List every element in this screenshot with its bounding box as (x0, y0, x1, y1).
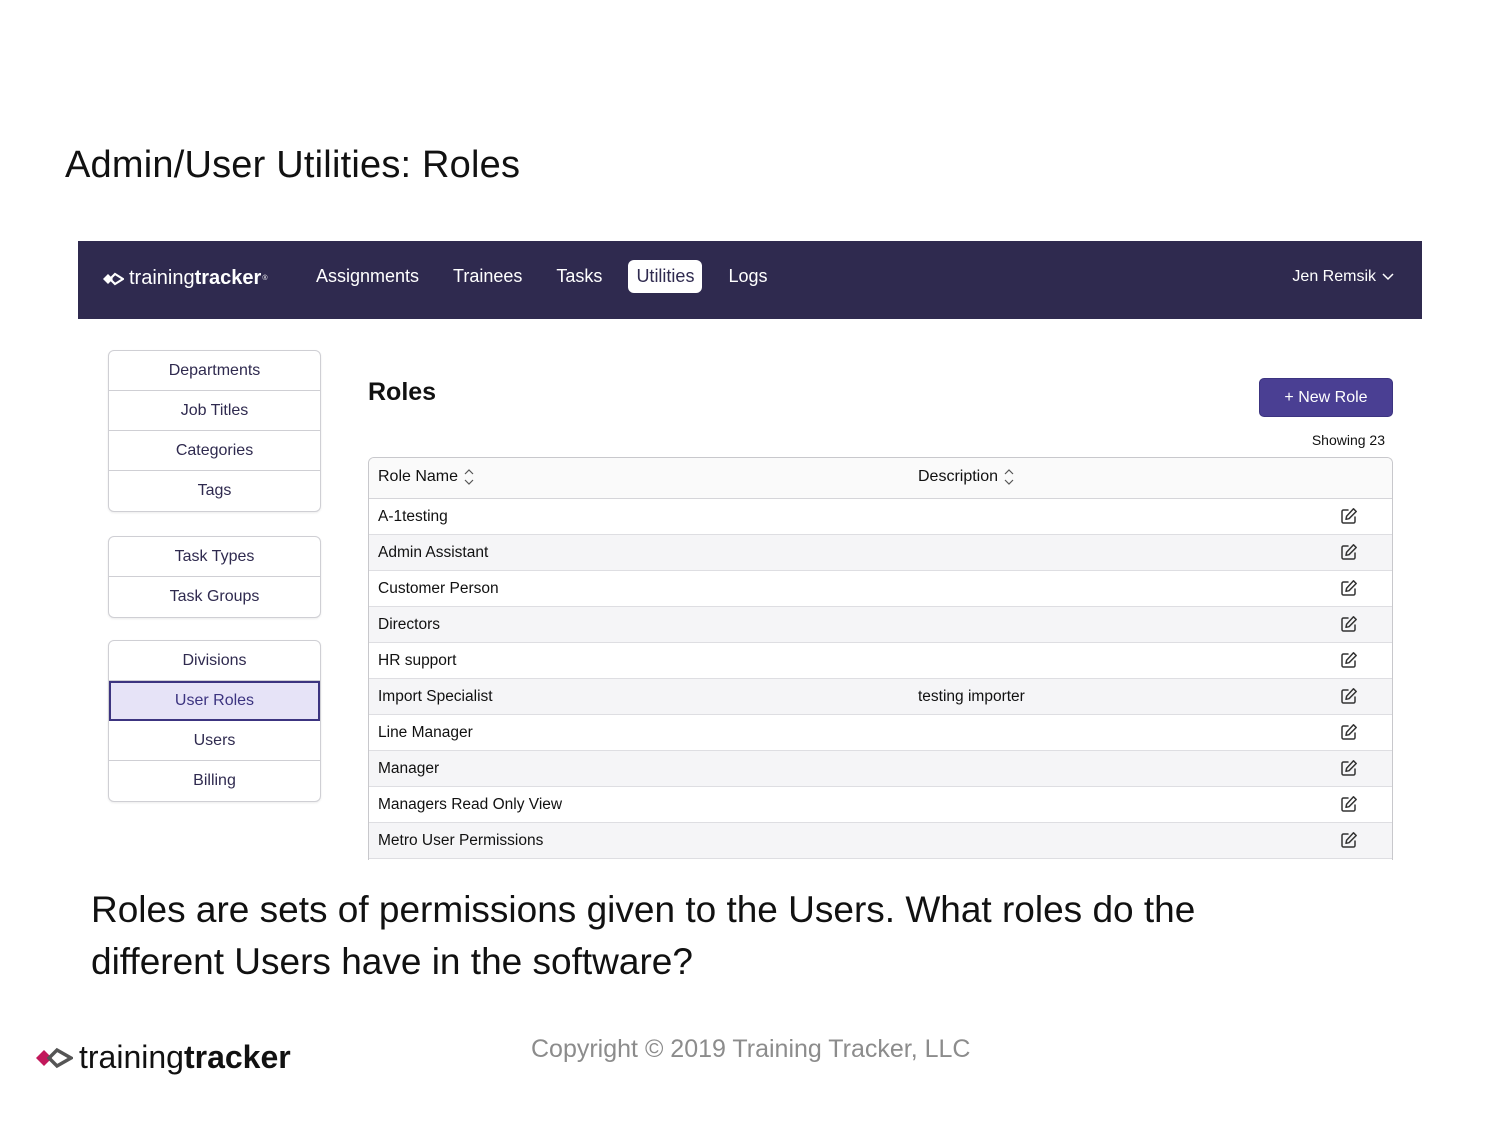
nav-logs[interactable]: Logs (720, 260, 775, 293)
role-description-cell: testing importer (918, 688, 1025, 705)
table-row: Admin Assistant (369, 535, 1392, 571)
table-row: Customer Person (369, 571, 1392, 607)
role-name-cell: Line Manager (378, 724, 473, 741)
edit-icon[interactable] (1340, 795, 1358, 813)
sidebar-item-departments[interactable]: Departments (109, 351, 320, 391)
roles-table: Role Name Description A-1testing Admin As… (368, 457, 1393, 860)
page-title: Roles (368, 378, 437, 406)
edit-icon[interactable] (1340, 615, 1358, 633)
brand-text-bold: tracker (194, 267, 262, 289)
brand-trademark-icon: ® (262, 275, 268, 282)
table-row: Directors (369, 607, 1392, 643)
main-nav: Assignments Trainees Tasks Utilities Log… (308, 260, 794, 293)
sidebar-item-divisions[interactable]: Divisions (109, 641, 320, 681)
nav-trainees[interactable]: Trainees (445, 260, 530, 293)
table-row: Metro User Permissions (369, 823, 1392, 859)
table-row: HR support (369, 643, 1392, 679)
new-role-button[interactable]: + New Role (1259, 378, 1393, 417)
role-name-cell: A-1testing (378, 508, 448, 525)
edit-icon[interactable] (1340, 723, 1358, 741)
edit-icon[interactable] (1340, 651, 1358, 669)
nav-tasks[interactable]: Tasks (548, 260, 610, 293)
brand-text-light: training (129, 267, 195, 289)
role-name-cell: Managers Read Only View (378, 796, 563, 813)
sort-icon (464, 469, 474, 485)
user-menu[interactable]: Jen Remsik (1292, 268, 1394, 286)
role-name-cell: Customer Person (378, 580, 499, 597)
edit-icon[interactable] (1340, 543, 1358, 561)
app-navbar: training tracker ® Assignments Trainees Ta… (78, 241, 1422, 319)
edit-icon[interactable] (1340, 579, 1358, 597)
table-row: Manager (369, 751, 1392, 787)
table-body: A-1testing Admin Assistant Customer Person… (369, 499, 1392, 859)
sidebar-group-org: Departments Job Titles Categories Tags (108, 350, 321, 512)
footer-logo-bold: tracker (183, 1039, 291, 1075)
sidebar-item-job-titles[interactable]: Job Titles (109, 391, 320, 431)
copyright-text: Copyright © 2019 Training Tracker, LLC (531, 1035, 971, 1063)
sidebar-item-billing[interactable]: Billing (109, 761, 320, 801)
edit-icon[interactable] (1340, 687, 1358, 705)
edit-icon[interactable] (1340, 507, 1358, 525)
brand-mark-icon (103, 272, 124, 285)
sidebar-item-categories[interactable]: Categories (109, 431, 320, 471)
slide-title: Admin/User Utilities: Roles (65, 144, 521, 186)
table-row: Managers Read Only View (369, 787, 1392, 823)
result-count: Showing 23 (1311, 432, 1385, 448)
edit-icon[interactable] (1340, 759, 1358, 777)
sidebar-item-users[interactable]: Users (109, 721, 320, 761)
column-label: Role Name (378, 468, 459, 485)
table-header: Role Name Description (369, 458, 1392, 499)
role-name-cell: Import Specialist (378, 688, 493, 705)
footer-logo-light: training (79, 1039, 184, 1075)
slide-caption: Roles are sets of permissions given to t… (91, 889, 1196, 982)
sidebar-group-admin: Divisions User Roles Users Billing (108, 640, 321, 802)
nav-utilities[interactable]: Utilities (628, 260, 703, 293)
chevron-down-icon (1382, 273, 1394, 281)
user-name: Jen Remsik (1292, 268, 1376, 285)
sidebar-item-tags[interactable]: Tags (109, 471, 320, 511)
brand-logo[interactable]: training tracker ® (102, 267, 268, 290)
sidebar-item-user-roles[interactable]: User Roles (109, 681, 320, 721)
role-name-cell: Directors (378, 616, 441, 633)
column-header-role-name[interactable]: Role Name (378, 467, 474, 487)
footer-logo: training tracker (35, 1039, 291, 1076)
role-name-cell: Metro User Permissions (378, 832, 544, 849)
table-row: Line Manager (369, 715, 1392, 751)
role-name-cell: HR support (378, 652, 457, 669)
sidebar-item-task-types[interactable]: Task Types (109, 537, 320, 577)
edit-icon[interactable] (1340, 831, 1358, 849)
sidebar-group-tasks: Task Types Task Groups (108, 536, 321, 618)
column-label: Description (918, 468, 999, 485)
role-name-cell: Manager (378, 760, 440, 777)
sort-icon (1004, 469, 1014, 485)
column-header-description[interactable]: Description (918, 467, 1014, 487)
table-row: A-1testing (369, 499, 1392, 535)
logo-mark-icon (36, 1047, 73, 1068)
role-name-cell: Admin Assistant (378, 544, 489, 561)
nav-assignments[interactable]: Assignments (308, 260, 427, 293)
sidebar-item-task-groups[interactable]: Task Groups (109, 577, 320, 617)
table-row: Import Specialist testing importer (369, 679, 1392, 715)
